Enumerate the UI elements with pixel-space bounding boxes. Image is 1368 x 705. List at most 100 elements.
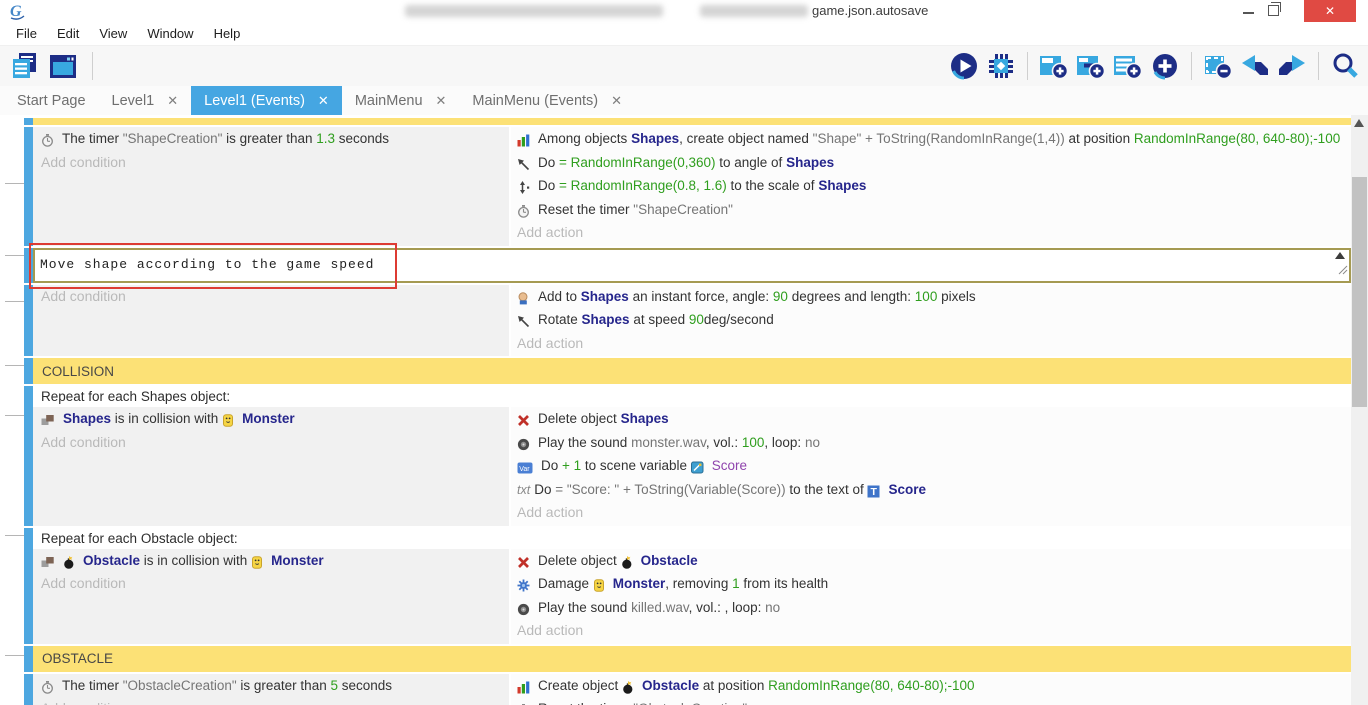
condition-row[interactable]: Shapes is in collision with Monster xyxy=(41,408,509,432)
action-row[interactable]: txtDo = "Score: " + ToString(Variable(Sc… xyxy=(517,479,1351,503)
tab-close-icon[interactable]: ✕ xyxy=(436,93,447,109)
event-selection-bar[interactable] xyxy=(24,386,33,526)
add-circle-icon[interactable] xyxy=(1150,51,1180,81)
minimize-button[interactable] xyxy=(1243,12,1254,14)
close-button[interactable]: ✕ xyxy=(1304,0,1356,22)
section-comment[interactable]: COLLISION xyxy=(24,358,1351,384)
action-row[interactable]: Play the sound monster.wav, vol.: 100, l… xyxy=(517,432,1351,456)
add-condition-button[interactable]: Add condition xyxy=(41,432,509,454)
action-row[interactable]: Do = RandomInRange(0,360) to angle of Sh… xyxy=(517,152,1351,176)
textarea-resize-grip[interactable] xyxy=(1337,262,1348,280)
add-subevent-icon[interactable] xyxy=(1076,51,1106,81)
action-row[interactable]: Reset the timer "ShapeCreation" xyxy=(517,199,1351,223)
restore-button[interactable] xyxy=(1268,5,1279,16)
menu-item-help[interactable]: Help xyxy=(204,23,251,44)
debug-icon[interactable] xyxy=(986,51,1016,81)
row-text: killed.wav xyxy=(631,600,689,615)
tab-level1[interactable]: Level1✕ xyxy=(99,86,192,116)
condition-row[interactable]: The timer "ObstacleCreation" is greater … xyxy=(41,675,509,699)
menu-item-window[interactable]: Window xyxy=(137,23,203,44)
add-comment-icon[interactable] xyxy=(1113,51,1143,81)
create-icon xyxy=(517,130,534,152)
project-manager-icon[interactable] xyxy=(10,51,40,81)
row-text: , removing xyxy=(665,576,732,591)
row-text: is greater than xyxy=(237,678,331,693)
menu-item-file[interactable]: File xyxy=(6,23,47,44)
menu-item-edit[interactable]: Edit xyxy=(47,23,89,44)
conditions-cell: Obstacle is in collision with MonsterAdd… xyxy=(33,549,509,644)
event-selection-bar[interactable] xyxy=(24,248,33,283)
add-action-button[interactable]: Add action xyxy=(517,620,1351,642)
event-selection-bar[interactable] xyxy=(24,674,33,705)
action-row[interactable]: VarDo + 1 to scene variable Score xyxy=(517,455,1351,479)
collision-icon xyxy=(41,552,59,574)
event-selection-bar[interactable] xyxy=(24,358,33,384)
section-comment[interactable]: OBSTACLE xyxy=(24,646,1351,672)
event-selection-bar[interactable] xyxy=(24,528,33,644)
add-condition-button[interactable]: Add condition xyxy=(41,286,509,308)
scroll-up-icon[interactable] xyxy=(1354,119,1364,127)
event-selection-bar[interactable] xyxy=(24,127,33,246)
add-action-button[interactable]: Add action xyxy=(517,222,1351,244)
add-condition-button[interactable]: Add condition xyxy=(41,152,509,174)
add-condition-button[interactable]: Add condition xyxy=(41,698,509,705)
toolbar xyxy=(0,46,1368,86)
scrollbar-thumb[interactable] xyxy=(1352,177,1367,407)
search-icon[interactable] xyxy=(1330,51,1360,81)
tab-start-page[interactable]: Start Page xyxy=(4,86,99,116)
action-row[interactable]: Delete object Obstacle xyxy=(517,550,1351,574)
add-action-button[interactable]: Add action xyxy=(517,333,1351,355)
bomb-icon xyxy=(621,552,637,574)
comment-textarea[interactable]: Move shape according to the game speed xyxy=(40,257,374,272)
play-icon[interactable] xyxy=(949,51,979,81)
section-header-label: COLLISION xyxy=(42,364,114,379)
event-selection-bar[interactable] xyxy=(24,646,33,672)
action-row[interactable]: Reset the timer "ObstacleCreation" xyxy=(517,698,1351,705)
object-name: Shapes xyxy=(786,155,834,170)
add-action-button[interactable]: Add action xyxy=(517,502,1351,524)
action-row[interactable]: Create object Obstacle at position Rando… xyxy=(517,675,1351,699)
tab-close-icon[interactable]: ✕ xyxy=(611,93,622,109)
svg-text:Var: Var xyxy=(519,466,530,473)
action-row[interactable]: Play the sound killed.wav, vol.: , loop:… xyxy=(517,597,1351,621)
scrollbar-track[interactable] xyxy=(1351,115,1368,705)
event-repeat-header[interactable]: Repeat for each Shapes object: xyxy=(33,386,1351,407)
condition-row[interactable]: Obstacle is in collision with Monster xyxy=(41,550,509,574)
partial-comment-strip xyxy=(24,118,1351,125)
row-text: seconds xyxy=(335,131,389,146)
condition-row[interactable]: The timer "ShapeCreation" is greater tha… xyxy=(41,128,509,152)
event-selection-bar[interactable] xyxy=(24,118,33,125)
action-row[interactable]: Rotate Shapes at speed 90deg/second xyxy=(517,309,1351,333)
scale-icon xyxy=(517,177,534,199)
row-text: Play the sound xyxy=(538,435,631,450)
comment-event[interactable]: Move shape according to the game speed xyxy=(24,248,1351,283)
action-row[interactable]: Do = RandomInRange(0.8, 1.6) to the scal… xyxy=(517,175,1351,199)
undo-icon[interactable] xyxy=(1240,51,1270,81)
tab-close-icon[interactable]: ✕ xyxy=(318,93,329,109)
tab-level1-events-[interactable]: Level1 (Events)✕ xyxy=(191,86,342,116)
action-row[interactable]: Add to Shapes an instant force, angle: 9… xyxy=(517,286,1351,310)
object-name: Shapes xyxy=(818,178,866,193)
row-text: 100 xyxy=(915,289,938,304)
row-text: , vol.: , loop: xyxy=(689,600,766,615)
scene-editor-icon[interactable] xyxy=(49,51,79,81)
menu-item-view[interactable]: View xyxy=(89,23,137,44)
textarea-scroll-up-icon[interactable] xyxy=(1335,252,1345,259)
row-text: RandomInRange(80, 640-80);-100 xyxy=(768,678,974,693)
row-text: Rotate xyxy=(538,312,582,327)
redo-icon[interactable] xyxy=(1277,51,1307,81)
row-text: no xyxy=(765,600,780,615)
action-row[interactable]: Delete object Shapes xyxy=(517,408,1351,432)
row-text: 1.3 xyxy=(316,131,335,146)
add-event-icon[interactable] xyxy=(1039,51,1069,81)
row-text: 1 xyxy=(732,576,740,591)
action-row[interactable]: Among objects Shapes, create object name… xyxy=(517,128,1351,152)
tab-mainmenu-events-[interactable]: MainMenu (Events)✕ xyxy=(459,86,635,116)
action-row[interactable]: Damage Monster, removing 1 from its heal… xyxy=(517,573,1351,597)
remove-event-icon[interactable] xyxy=(1203,51,1233,81)
add-condition-button[interactable]: Add condition xyxy=(41,573,509,595)
event-selection-bar[interactable] xyxy=(24,285,33,357)
event-repeat-header[interactable]: Repeat for each Obstacle object: xyxy=(33,528,1351,549)
tab-close-icon[interactable]: ✕ xyxy=(167,93,178,109)
tab-mainmenu[interactable]: MainMenu✕ xyxy=(342,86,460,116)
